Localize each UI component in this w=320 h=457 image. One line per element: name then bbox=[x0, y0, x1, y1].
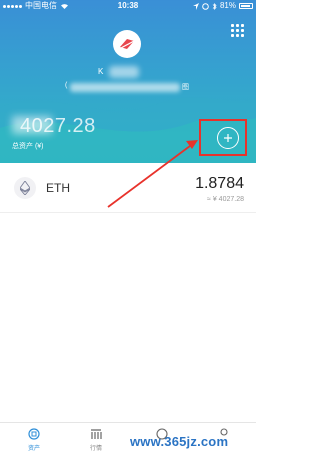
address-qr-label[interactable]: 图 bbox=[182, 82, 189, 92]
token-symbol: ETH bbox=[46, 181, 70, 195]
watermark: www.365jz.com bbox=[130, 434, 229, 449]
total-asset-value: 4027.28 bbox=[20, 115, 96, 137]
token-row-eth[interactable]: ETH 1.8784 ≈ ¥ 4027.28 bbox=[0, 163, 256, 213]
assets-icon bbox=[28, 428, 40, 440]
bluetooth-icon bbox=[212, 2, 217, 10]
tab-market-label: 行情 bbox=[89, 446, 102, 452]
menu-grid-icon[interactable] bbox=[231, 24, 244, 37]
approx-sign: ≈ bbox=[207, 196, 211, 203]
alarm-icon bbox=[202, 2, 209, 10]
tab-market[interactable]: 行情 bbox=[76, 427, 116, 452]
battery-percent: 81% bbox=[219, 1, 236, 10]
wallet-address-blur[interactable] bbox=[70, 83, 180, 92]
total-asset-label: 总资产 (¥) bbox=[12, 143, 44, 150]
battery-icon bbox=[239, 3, 253, 9]
avatar[interactable] bbox=[113, 30, 141, 58]
eth-icon bbox=[14, 177, 36, 199]
token-fiat-amount: ¥ 4027.28 bbox=[212, 196, 244, 203]
chart-icon bbox=[91, 428, 102, 439]
address-start: ( bbox=[65, 82, 68, 89]
status-bar: 中国电信 10:38 81% bbox=[0, 0, 256, 12]
tab-assets-label: 资产 bbox=[27, 446, 40, 452]
token-fiat-value: ≈ ¥ 4027.28 bbox=[207, 196, 244, 203]
avatar-logo-icon bbox=[120, 39, 135, 49]
tab-assets[interactable]: 资产 bbox=[14, 427, 54, 452]
location-icon bbox=[192, 2, 199, 10]
highlight-box bbox=[199, 119, 247, 156]
account-name-blur bbox=[109, 66, 139, 78]
token-balance: 1.8784 bbox=[195, 175, 244, 192]
